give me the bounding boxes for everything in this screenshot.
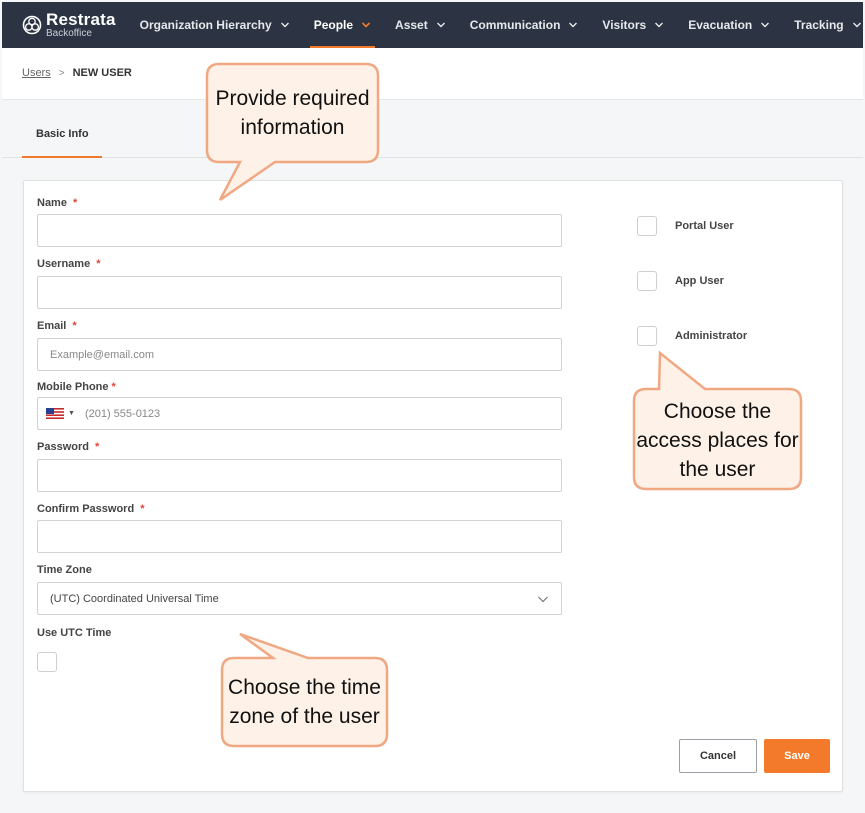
nav-organization-hierarchy[interactable]: Organization Hierarchy (128, 2, 302, 48)
country-dropdown-caret-icon[interactable]: ▼ (68, 410, 75, 417)
nav-evacuation[interactable]: Evacuation (676, 2, 782, 48)
password-label: Password * (37, 441, 100, 453)
administrator-label: Administrator (675, 330, 748, 342)
email-label: Email * (37, 320, 77, 332)
portal-user-checkbox[interactable] (637, 216, 657, 236)
administrator-checkbox[interactable] (637, 326, 657, 346)
nav-communication[interactable]: Communication (458, 2, 591, 48)
callout-time-zone: Choose the time zone of the user (218, 630, 393, 750)
chevron-down-icon (655, 22, 664, 28)
breadcrumb-separator: > (58, 67, 65, 79)
chevron-down-icon (280, 22, 289, 28)
breadcrumb-users-link[interactable]: Users (22, 67, 51, 79)
password-input[interactable] (37, 459, 562, 492)
brand-subtitle: Backoffice (46, 28, 92, 39)
name-input[interactable] (37, 214, 562, 247)
use-utc-time-label: Use UTC Time (37, 627, 112, 639)
brand-name: Restrata (46, 10, 116, 29)
brand-logo[interactable]: Restrata Backoffice (22, 11, 116, 39)
callout-time-zone-text: Choose the time zone of the user (228, 676, 381, 728)
chevron-down-icon (361, 22, 371, 28)
email-input[interactable]: Example@email.com (37, 338, 562, 371)
callout-access-places-text: Choose the access places for the user (636, 399, 799, 481)
nav-visitors[interactable]: Visitors (590, 2, 676, 48)
breadcrumb-current: NEW USER (72, 67, 132, 79)
confirm-password-label: Confirm Password * (37, 503, 145, 515)
time-zone-label: Time Zone (37, 564, 92, 576)
nav-tracking[interactable]: Tracking (782, 2, 865, 48)
confirm-password-input[interactable] (37, 520, 562, 553)
portal-user-label: Portal User (675, 220, 734, 232)
username-label: Username * (37, 258, 101, 270)
save-button[interactable]: Save (764, 739, 830, 773)
tab-basic-info[interactable]: Basic Info (22, 100, 102, 158)
name-label: Name * (37, 197, 78, 209)
nav-people[interactable]: People (302, 2, 383, 48)
chevron-down-icon (852, 22, 861, 28)
cancel-button[interactable]: Cancel (679, 739, 757, 773)
main-nav: Organization Hierarchy People Asset Comm… (128, 2, 865, 48)
callout-access-places: Choose the access places for the user (630, 350, 810, 495)
time-zone-value: (UTC) Coordinated Universal Time (50, 592, 219, 605)
top-nav-bar: Restrata Backoffice Organization Hierarc… (2, 2, 863, 48)
callout-provide-info: Provide required information (205, 60, 385, 205)
mobile-phone-placeholder: (201) 555-0123 (84, 407, 161, 420)
chevron-down-icon (538, 596, 548, 603)
tab-bar: Basic Info (2, 100, 863, 158)
email-placeholder: Example@email.com (50, 348, 155, 361)
us-flag-icon[interactable] (46, 408, 64, 419)
mobile-phone-label: Mobile Phone * (37, 381, 116, 393)
mobile-phone-input[interactable]: ▼ (201) 555-0123 (37, 397, 562, 430)
nav-asset[interactable]: Asset (383, 2, 458, 48)
callout-provide-info-text: Provide required information (215, 87, 370, 139)
chevron-down-icon (761, 22, 770, 28)
app-user-checkbox[interactable] (637, 271, 657, 291)
breadcrumb-bar: Users > NEW USER (2, 48, 863, 100)
chevron-down-icon (569, 22, 578, 28)
use-utc-time-checkbox[interactable] (37, 652, 57, 672)
chevron-down-icon (436, 22, 445, 28)
username-input[interactable] (37, 276, 562, 309)
time-zone-select[interactable]: (UTC) Coordinated Universal Time (37, 582, 562, 615)
breadcrumb: Users > NEW USER (22, 67, 132, 79)
restrata-logo-icon (22, 15, 42, 35)
app-user-label: App User (675, 275, 724, 287)
